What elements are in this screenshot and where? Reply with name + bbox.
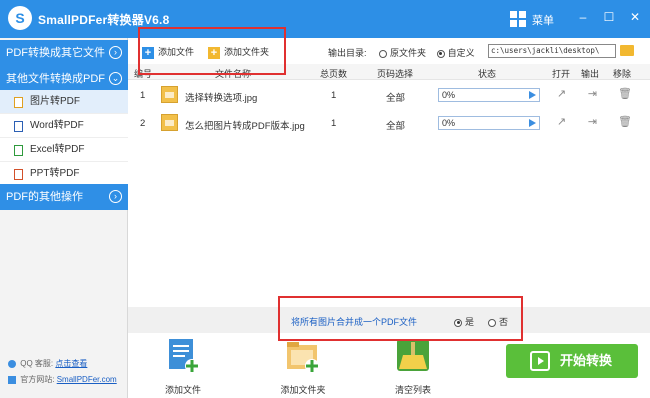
progress-bar: 0% <box>438 88 540 102</box>
image-thumbnail-icon <box>161 114 178 131</box>
qq-icon <box>8 359 16 368</box>
app-title: SmallPDFer转换器V6.8 <box>38 13 170 27</box>
output-icon[interactable]: ⇥ <box>587 89 598 100</box>
sidebar-item-ppt-to-pdf[interactable]: PPT转PDF <box>0 162 128 186</box>
chevron-down-icon: ⌄ <box>109 72 122 85</box>
row-pages: 1 <box>331 118 337 129</box>
option-original-folder[interactable]: 原文件夹 <box>379 48 426 58</box>
sidebar-section-other-to-pdf[interactable]: 其他文件转换成PDF ⌄ <box>0 66 128 92</box>
excel-file-icon <box>14 145 23 156</box>
col-open: 打开 <box>552 69 571 79</box>
minimize-button[interactable]: – <box>574 8 592 26</box>
col-output: 输出 <box>581 69 600 79</box>
sidebar-section-pdf-to-other[interactable]: PDF转换成其它文件 › <box>0 40 128 66</box>
clear-list-button[interactable]: 清空列表 <box>378 337 448 396</box>
sidebar-item-image-to-pdf[interactable]: 图片转PDF <box>0 90 128 114</box>
chevron-right-icon: › <box>109 46 122 59</box>
output-path-input[interactable]: c:\users\jackli\desktop\ <box>488 44 616 58</box>
sidebar-item-excel-to-pdf[interactable]: Excel转PDF <box>0 138 128 162</box>
output-dir: 输出目录: 原文件夹 自定义 <box>328 46 475 59</box>
word-file-icon <box>14 121 23 132</box>
progress-bar: 0% <box>438 116 540 130</box>
col-pages: 总页数 <box>320 69 348 79</box>
sidebar-section-label: PDF的其他操作 <box>6 191 83 203</box>
trash-icon[interactable]: 🗑 <box>618 89 632 100</box>
row-index: 1 <box>140 90 146 101</box>
option-custom[interactable]: 自定义 <box>436 48 475 58</box>
row-index: 2 <box>140 118 146 129</box>
sidebar-item-label: Excel转PDF <box>30 144 85 155</box>
option-original-label: 原文件夹 <box>390 48 427 58</box>
clear-list-label: 清空列表 <box>394 385 431 395</box>
row-pages: 1 <box>331 90 337 101</box>
bottom-add-folder-button[interactable]: 添加文件夹 <box>268 337 338 396</box>
qq-label: QQ 客服: <box>20 359 54 368</box>
sidebar: PDF转换成其它文件 › 其他文件转换成PDF ⌄ 图片转PDF Word转PD… <box>0 38 128 398</box>
trash-icon[interactable]: 🗑 <box>618 117 632 128</box>
qq-support: QQ 客服: 点击查看 <box>8 358 87 369</box>
sidebar-section-label: PDF转换成其它文件 <box>6 47 105 59</box>
maximize-button[interactable]: ☐ <box>600 8 618 26</box>
col-remove: 移除 <box>613 69 632 79</box>
site-label: 官方网站: <box>20 375 55 384</box>
start-convert-label: 开始转换 <box>560 353 613 368</box>
progress-text: 0% <box>442 90 456 100</box>
open-external-icon[interactable]: ↗ <box>556 89 567 100</box>
play-icon[interactable] <box>529 119 536 127</box>
sidebar-item-label: 图片转PDF <box>30 96 80 107</box>
close-button[interactable]: ✕ <box>626 8 644 26</box>
row-range[interactable]: 全部 <box>386 90 405 104</box>
menu-button[interactable]: 菜单 <box>532 12 554 28</box>
highlight-merge-option <box>278 296 523 341</box>
bottom-toolbar: 添加文件 添加文件夹 清空列表 开始转换 <box>128 333 650 398</box>
col-range: 页码选择 <box>377 69 414 79</box>
open-external-icon[interactable]: ↗ <box>556 117 567 128</box>
image-thumbnail-icon <box>161 86 178 103</box>
output-icon[interactable]: ⇥ <box>587 117 598 128</box>
radio-custom[interactable] <box>436 49 445 58</box>
radio-original[interactable] <box>379 49 388 58</box>
bottom-add-file-label: 添加文件 <box>164 385 201 395</box>
image-file-icon <box>14 97 23 108</box>
sidebar-item-label: Word转PDF <box>30 120 84 131</box>
start-convert-button[interactable]: 开始转换 <box>506 344 638 378</box>
row-range[interactable]: 全部 <box>386 118 405 132</box>
sidebar-item-label: PPT转PDF <box>30 168 80 179</box>
sidebar-section-pdf-other-ops[interactable]: PDF的其他操作 › <box>0 184 128 210</box>
bottom-add-file-button[interactable]: 添加文件 <box>148 337 218 396</box>
sidebar-item-word-to-pdf[interactable]: Word转PDF <box>0 114 128 138</box>
folder-icon[interactable] <box>620 45 634 56</box>
highlight-add-buttons <box>138 27 286 75</box>
row-filename: 选择转换选项.jpg <box>185 93 258 104</box>
qq-link[interactable]: 点击查看 <box>55 359 87 368</box>
play-square-icon <box>530 351 550 371</box>
menu-grid-icon[interactable] <box>510 11 526 27</box>
add-file-icon <box>169 339 199 373</box>
home-icon <box>8 375 16 384</box>
ppt-file-icon <box>14 169 23 180</box>
table-row[interactable]: 1 选择转换选项.jpg 1 全部 0% ↗ ⇥ 🗑 <box>128 81 650 109</box>
row-filename: 怎么把图片转成PDF版本.jpg <box>185 121 305 132</box>
bottom-add-folder-label: 添加文件夹 <box>280 385 326 395</box>
official-site: 官方网站: SmallPDFer.com <box>8 374 117 385</box>
title-bar: S SmallPDFer转换器V6.8 菜单 – ☐ ✕ <box>0 0 650 38</box>
option-custom-label: 自定义 <box>447 48 475 58</box>
progress-text: 0% <box>442 118 456 128</box>
sidebar-section-label: 其他文件转换成PDF <box>6 73 105 85</box>
site-link[interactable]: SmallPDFer.com <box>57 375 117 384</box>
broom-icon <box>397 339 429 371</box>
add-folder-icon <box>287 342 319 373</box>
play-icon[interactable] <box>529 91 536 99</box>
app-logo-icon: S <box>8 6 32 30</box>
output-label: 输出目录: <box>328 48 367 58</box>
table-row[interactable]: 2 怎么把图片转成PDF版本.jpg 1 全部 0% ↗ ⇥ 🗑 <box>128 109 650 137</box>
chevron-right-icon: › <box>109 190 122 203</box>
col-status: 状态 <box>478 69 497 79</box>
